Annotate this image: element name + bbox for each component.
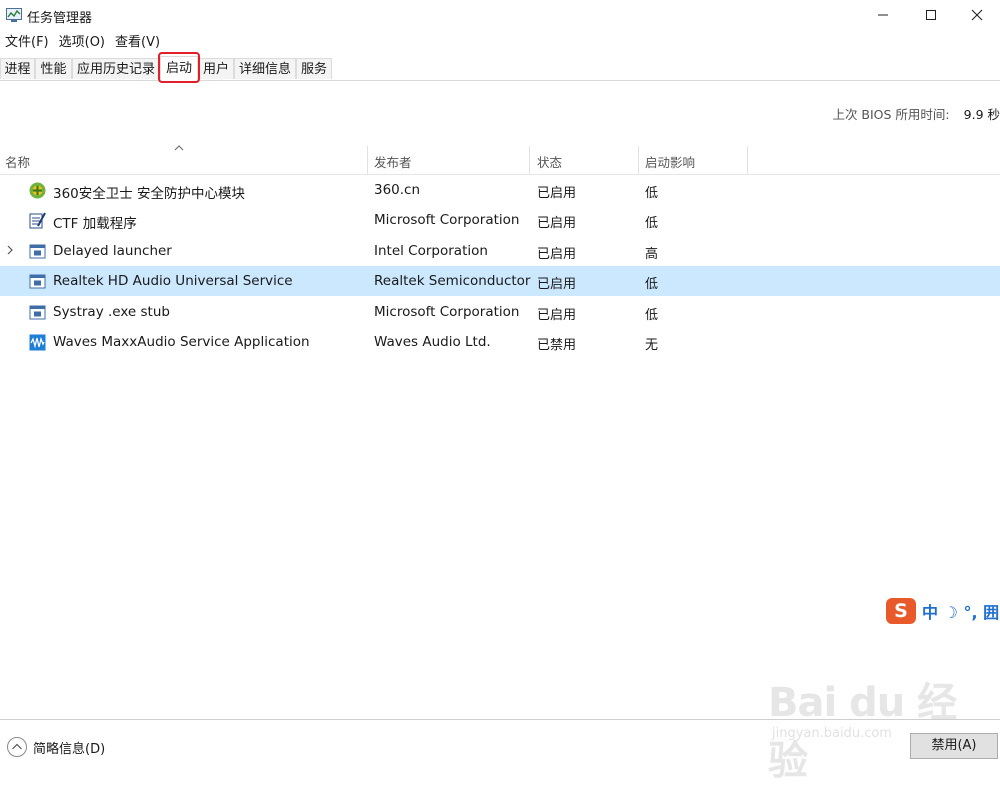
watermark-url: jingyan.baidu.com: [772, 726, 892, 741]
column-publisher[interactable]: 发布者: [374, 152, 412, 171]
minimize-icon: [878, 14, 888, 16]
tab-app-history[interactable]: 应用历史记录: [72, 58, 160, 79]
row-status: 已禁用: [537, 338, 577, 353]
row-name: 360安全卫士 安全防护中心模块: [53, 186, 246, 202]
360-shield-icon: [29, 182, 46, 199]
tab-performance[interactable]: 性能: [35, 58, 72, 79]
row-impact: 低: [645, 308, 659, 323]
bios-time-label: 上次 BIOS 所用时间:: [832, 107, 950, 122]
row-publisher: Intel Corporation: [374, 243, 488, 259]
tab-processes[interactable]: 进程: [0, 58, 35, 79]
close-button[interactable]: [954, 0, 1000, 30]
close-icon: [971, 9, 983, 21]
row-impact: 低: [645, 186, 659, 201]
tab-bar: 进程 性能 应用历史记录 启动 用户 详细信息 服务: [0, 56, 1000, 81]
table-row[interactable]: Waves MaxxAudio Service Application Wave…: [0, 327, 1000, 357]
minimize-button[interactable]: [860, 0, 906, 30]
ime-toolbar[interactable]: S 中 ☽ °, 囲: [886, 597, 1000, 625]
table-row[interactable]: 360安全卫士 安全防护中心模块 360.cn 已启用 低: [0, 175, 1000, 205]
maximize-button[interactable]: [908, 0, 954, 30]
disable-button[interactable]: 禁用(A): [910, 733, 998, 759]
column-status[interactable]: 状态: [537, 152, 562, 171]
chevron-right-icon[interactable]: [5, 244, 15, 256]
table-row[interactable]: Delayed launcher Intel Corporation 已启用 高: [0, 236, 1000, 266]
footer-divider: [0, 719, 1000, 720]
tab-users[interactable]: 用户: [198, 58, 234, 79]
row-status: 已启用: [537, 277, 577, 292]
row-impact: 无: [645, 338, 659, 353]
sogou-logo-icon[interactable]: S: [886, 598, 916, 624]
row-publisher: 360.cn: [374, 182, 421, 198]
row-name: Waves MaxxAudio Service Application: [53, 334, 310, 350]
row-impact: 低: [645, 216, 659, 231]
bios-time: 上次 BIOS 所用时间: 9.9 秒: [832, 104, 1000, 123]
row-name: Realtek HD Audio Universal Service: [53, 273, 293, 289]
tab-startup[interactable]: 启动: [160, 56, 198, 81]
row-impact: 低: [645, 277, 659, 292]
row-status: 已启用: [537, 308, 577, 323]
menu-file[interactable]: 文件(F): [0, 32, 54, 54]
ime-status[interactable]: 中 ☽ °, 囲: [922, 599, 999, 623]
menu-bar: 文件(F) 选项(O) 查看(V): [0, 32, 165, 54]
fewer-details-link[interactable]: 简略信息(D): [33, 738, 105, 757]
menu-options[interactable]: 选项(O): [54, 32, 110, 54]
column-name[interactable]: 名称: [5, 152, 30, 171]
title-bar: 任务管理器: [0, 0, 1000, 32]
row-name: CTF 加载程序: [53, 216, 137, 232]
collapse-up-icon[interactable]: [6, 736, 28, 758]
app-window-icon: [29, 274, 46, 289]
tab-services[interactable]: 服务: [296, 58, 332, 79]
row-publisher: Microsoft Corporation: [374, 304, 520, 320]
ctf-loader-icon: [29, 212, 46, 229]
task-manager-icon: [6, 8, 22, 22]
row-impact: 高: [645, 247, 659, 262]
column-divider[interactable]: [638, 146, 639, 174]
column-divider[interactable]: [367, 146, 368, 174]
row-publisher: Microsoft Corporation: [374, 212, 520, 228]
bios-time-value: 9.9 秒: [963, 107, 1000, 122]
row-publisher: Realtek Semiconductor: [374, 273, 531, 289]
app-window-icon: [29, 244, 46, 259]
row-publisher: Waves Audio Ltd.: [374, 334, 491, 350]
waves-audio-icon: [29, 334, 46, 351]
app-window-icon: [29, 305, 46, 320]
row-status: 已启用: [537, 216, 577, 231]
column-divider[interactable]: [747, 146, 748, 174]
row-status: 已启用: [537, 186, 577, 201]
window-title: 任务管理器: [27, 11, 93, 26]
menu-view[interactable]: 查看(V): [110, 32, 165, 54]
table-row[interactable]: Systray .exe stub Microsoft Corporation …: [0, 297, 1000, 327]
row-status: 已启用: [537, 247, 577, 262]
maximize-icon: [926, 10, 936, 20]
table-row-selected[interactable]: Realtek HD Audio Universal Service Realt…: [0, 266, 1000, 296]
tab-details[interactable]: 详细信息: [234, 58, 296, 79]
column-header: 名称 发布者 状态 启动影响: [0, 146, 1000, 175]
row-name: Delayed launcher: [53, 243, 172, 259]
row-name: Systray .exe stub: [53, 304, 170, 320]
table-row[interactable]: CTF 加载程序 Microsoft Corporation 已启用 低: [0, 205, 1000, 235]
column-startup-impact[interactable]: 启动影响: [645, 152, 695, 171]
column-divider[interactable]: [529, 146, 530, 174]
